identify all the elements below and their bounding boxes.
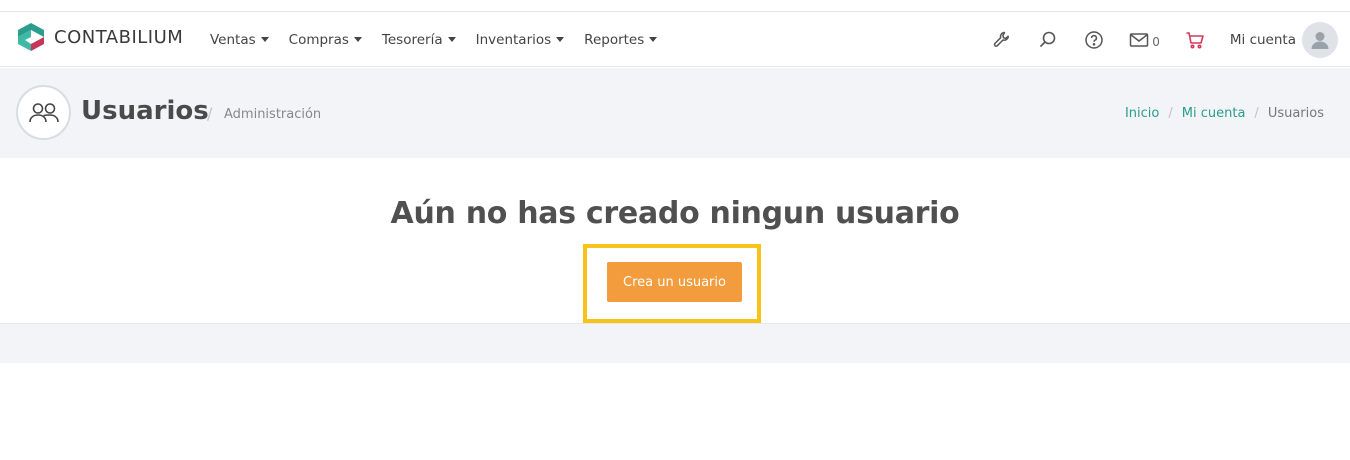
menu-label: Reportes [584,31,645,48]
avatar [1302,21,1338,58]
create-user-button[interactable]: Crea un usuario [607,262,742,302]
brand-logo[interactable]: CONTABILIUM [16,22,183,52]
menu-ventas[interactable]: Ventas [210,32,269,48]
caret-down-icon [556,37,565,42]
caret-down-icon [353,37,362,42]
navbar-actions: 0 Mi cuenta [967,12,1350,67]
mail-count-badge: 0 [1152,34,1160,49]
empty-state-card: Aún no has creado ningun usuario Crea un… [0,158,1350,324]
page-subtitle: Administración [224,107,322,122]
brand-name: CONTABILIUM [54,26,184,48]
title-separator: / [207,104,213,123]
breadcrumb-mi-cuenta[interactable]: Mi cuenta [1182,106,1246,121]
user-avatar-icon [1311,31,1329,49]
menu-label: Compras [288,31,349,48]
cart-icon[interactable] [1184,29,1206,51]
caret-down-icon [447,37,456,42]
page-title: Usuarios [81,96,209,126]
menu-label: Tesorería [381,31,443,48]
account-menu[interactable]: Mi cuenta [1229,21,1350,58]
menu-label: Ventas [210,31,256,48]
content-footer-band [0,324,1350,363]
breadcrumb-separator: / [1254,106,1259,121]
menu-reportes[interactable]: Reportes [584,31,658,48]
wrench-icon[interactable] [991,29,1013,51]
menu-inventarios[interactable]: Inventarios [476,32,565,48]
empty-state-message: Aún no has creado ningun usuario [390,196,960,231]
mail-icon [1130,32,1149,47]
messages-button[interactable]: 0 [1129,32,1160,48]
menu-compras[interactable]: Compras [289,32,362,48]
caret-down-icon [260,37,269,42]
menu-tesoreria[interactable]: Tesorería [382,32,456,48]
search-icon[interactable] [1037,29,1059,51]
main-menu: Ventas Compras Tesorería Inventarios Rep… [210,12,677,67]
users-icon [16,85,71,140]
window-top-strip [0,0,1350,12]
page-header: Usuarios / Administración Inicio / Mi cu… [0,68,1350,158]
breadcrumb-inicio[interactable]: Inicio [1125,106,1159,121]
breadcrumb: Inicio / Mi cuenta / Usuarios [1125,106,1324,121]
account-label: Mi cuenta [1229,31,1296,48]
breadcrumb-current: Usuarios [1267,106,1324,121]
help-icon[interactable] [1083,29,1105,51]
top-navbar: CONTABILIUM Ventas Compras Tesorería Inv… [0,12,1350,67]
breadcrumb-separator: / [1168,106,1173,121]
contabilium-logo-icon [18,23,44,51]
caret-down-icon [649,37,658,42]
menu-label: Inventarios [475,31,552,48]
